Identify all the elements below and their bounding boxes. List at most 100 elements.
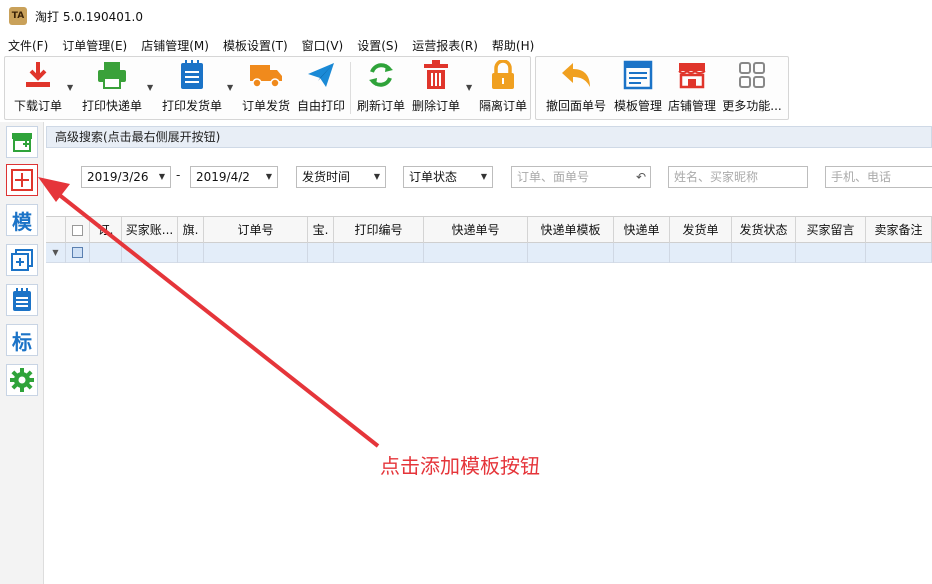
column-header[interactable]: 买家留言 — [796, 217, 866, 243]
refresh-icon — [364, 58, 398, 92]
chevron-down-icon[interactable]: ▼ — [466, 83, 472, 92]
filter-cell[interactable] — [424, 243, 528, 263]
select-all-checkbox[interactable] — [66, 217, 90, 243]
filter-cell[interactable] — [732, 243, 796, 263]
column-header[interactable]: 打印编号 — [334, 217, 424, 243]
truck-icon — [249, 58, 283, 92]
advanced-search-header[interactable]: 高级搜索(点击最右侧展开按钮) — [46, 126, 932, 148]
notepad-icon — [175, 58, 209, 92]
download-orders-button[interactable]: 下载订单 — [8, 58, 68, 118]
grid-header: 订. 买家账... 旗. 订单号 宝. 打印编号 快递单号 快递单模板 快递单 … — [46, 217, 932, 243]
filter-checkbox[interactable] — [66, 243, 90, 263]
print-express-button[interactable]: 打印快递单 — [80, 58, 144, 118]
filter-cell[interactable] — [90, 243, 122, 263]
date-to-picker[interactable]: 2019/4/2 ▼ — [190, 166, 278, 188]
menu-reports[interactable]: 运营报表(R) — [405, 37, 485, 54]
column-header[interactable]: 发货状态 — [732, 217, 796, 243]
filter-cell[interactable] — [670, 243, 732, 263]
menu-window[interactable]: 窗口(V) — [295, 37, 351, 54]
filter-cell[interactable] — [308, 243, 334, 263]
menu-shop-management[interactable]: 店铺管理(M) — [134, 37, 216, 54]
more-functions-button[interactable]: 更多功能... — [720, 58, 784, 118]
app-logo-icon: TA — [9, 7, 27, 25]
chevron-down-icon: ▼ — [265, 172, 272, 181]
printer-icon — [95, 58, 129, 92]
buyer-name-input[interactable]: 姓名、买家昵称 — [668, 166, 808, 188]
menu-settings[interactable]: 设置(S) — [350, 37, 405, 54]
chevron-down-icon[interactable]: ▼ — [147, 83, 153, 92]
column-header[interactable]: 买家账... — [122, 217, 178, 243]
chevron-down-icon: ▼ — [480, 172, 487, 181]
menu-order-management[interactable]: 订单管理(E) — [55, 37, 134, 54]
storefront-icon — [675, 58, 709, 92]
left-sidebar: 模 标 — [0, 122, 44, 584]
order-status-select[interactable]: 订单状态 ▼ — [403, 166, 493, 188]
lock-icon — [486, 58, 520, 92]
chevron-down-icon: ▼ — [158, 172, 165, 181]
chevron-down-icon[interactable]: ▼ — [67, 83, 73, 92]
toolbar: 下载订单 ▼ 打印快递单 ▼ 打印发货单 ▼ 订单发货 自由打印 刷新订单 删除… — [0, 56, 932, 120]
date-separator: - — [176, 168, 181, 182]
template-management-button[interactable]: 模板管理 — [612, 58, 664, 118]
title-bar: TA 淘打 5.0.190401.0 — [0, 0, 932, 32]
column-header[interactable]: 快递单号 — [424, 217, 528, 243]
grid-apps-icon — [735, 58, 769, 92]
chevron-down-icon: ▼ — [373, 172, 380, 181]
delete-orders-button[interactable]: 删除订单 — [410, 58, 462, 118]
toolbar-separator — [350, 62, 351, 114]
filter-cell[interactable] — [178, 243, 204, 263]
template-layout-icon — [621, 58, 655, 92]
template-char-button[interactable]: 模 — [6, 204, 38, 236]
clear-icon[interactable]: ↶ — [636, 167, 646, 187]
download-icon — [21, 58, 55, 92]
ship-orders-button[interactable]: 订单发货 — [238, 58, 294, 118]
column-header[interactable]: 发货单 — [670, 217, 732, 243]
time-type-select[interactable]: 发货时间 ▼ — [296, 166, 386, 188]
refresh-orders-button[interactable]: 刷新订单 — [354, 58, 408, 118]
row-indicator-header — [46, 217, 66, 243]
column-header[interactable]: 卖家备注 — [866, 217, 932, 243]
add-item-icon[interactable] — [6, 244, 38, 276]
menu-template-settings[interactable]: 模板设置(T) — [216, 37, 295, 54]
main-panel: 高级搜索(点击最右侧展开按钮) 2019/3/26 ▼ - 2019/4/2 ▼ 发… — [46, 122, 932, 584]
filter-cell[interactable] — [796, 243, 866, 263]
window-title: 淘打 5.0.190401.0 — [35, 9, 143, 24]
phone-input[interactable]: 手机、电话 — [825, 166, 932, 188]
gear-icon[interactable] — [6, 364, 38, 396]
free-print-button[interactable]: 自由打印 — [294, 58, 348, 118]
date-from-picker[interactable]: 2019/3/26 ▼ — [81, 166, 171, 188]
column-header[interactable]: 订. — [90, 217, 122, 243]
shop-management-button[interactable]: 店铺管理 — [666, 58, 718, 118]
revoke-waybill-button[interactable]: 撤回面单号 — [544, 58, 608, 118]
shop-add-icon[interactable] — [6, 126, 38, 158]
notepad-icon[interactable] — [6, 284, 38, 316]
label-char-button[interactable]: 标 — [6, 324, 38, 356]
filter-cell[interactable] — [614, 243, 670, 263]
trash-icon — [419, 58, 453, 92]
order-number-input[interactable]: 订单、面单号 ↶ — [511, 166, 651, 188]
isolate-orders-button[interactable]: 隔离订单 — [476, 58, 530, 118]
paper-plane-icon — [304, 58, 338, 92]
column-header[interactable]: 快递单模板 — [528, 217, 614, 243]
print-invoice-button[interactable]: 打印发货单 — [160, 58, 224, 118]
column-header[interactable]: 订单号 — [204, 217, 308, 243]
add-template-button[interactable] — [6, 164, 38, 196]
filter-icon[interactable]: ▼ — [46, 243, 66, 263]
filter-cell[interactable] — [334, 243, 424, 263]
column-header[interactable]: 旗. — [178, 217, 204, 243]
undo-arrow-icon — [559, 58, 593, 92]
filter-cell[interactable] — [204, 243, 308, 263]
search-filters: 2019/3/26 ▼ - 2019/4/2 ▼ 发货时间 ▼ 订单状态 ▼ 订单、面单… — [46, 166, 932, 190]
filter-cell[interactable] — [122, 243, 178, 263]
annotation-text: 点击添加模板按钮 — [380, 454, 540, 478]
menu-file[interactable]: 文件(F) — [0, 37, 55, 54]
filter-cell[interactable] — [866, 243, 932, 263]
menu-help[interactable]: 帮助(H) — [485, 37, 541, 54]
chevron-down-icon[interactable]: ▼ — [227, 83, 233, 92]
filter-cell[interactable] — [528, 243, 614, 263]
column-header[interactable]: 宝. — [308, 217, 334, 243]
column-header[interactable]: 快递单 — [614, 217, 670, 243]
menu-bar: 文件(F) 订单管理(E) 店铺管理(M) 模板设置(T) 窗口(V) 设置(S… — [0, 35, 932, 55]
grid-filter-row[interactable]: ▼ — [46, 243, 932, 263]
orders-grid: 订. 买家账... 旗. 订单号 宝. 打印编号 快递单号 快递单模板 快递单 … — [46, 216, 932, 584]
